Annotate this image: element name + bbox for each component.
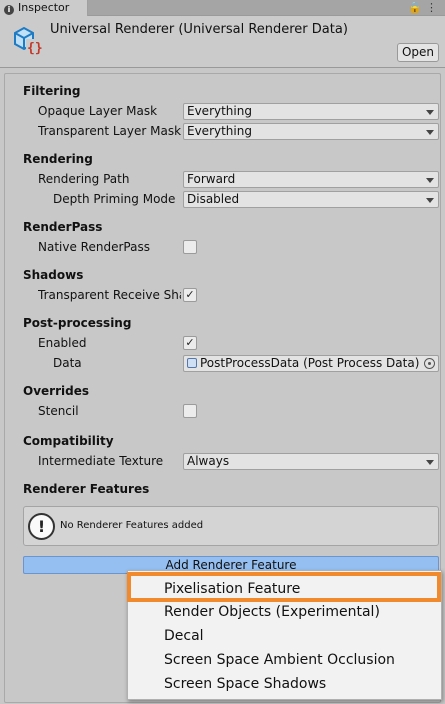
transparent-layer-mask-value: Everything — [187, 124, 252, 138]
help-box: ! No Renderer Features added — [23, 506, 439, 546]
depth-priming-mode-value: Disabled — [187, 192, 240, 206]
checkmark-icon: ✓ — [185, 336, 195, 349]
chevron-down-icon — [426, 198, 434, 203]
pp-data-object-field[interactable]: PostProcessData (Post Process Data) — [183, 355, 439, 372]
info-icon: i — [4, 5, 14, 15]
help-message: No Renderer Features added — [60, 520, 204, 531]
chevron-down-icon — [426, 130, 434, 135]
menu-item-ssao[interactable]: Screen Space Ambient Occlusion — [164, 652, 395, 668]
chevron-down-icon — [426, 110, 434, 115]
lock-icon[interactable]: 🔒 — [408, 1, 426, 14]
object-picker-icon[interactable] — [424, 358, 435, 369]
renderer-asset-icon: {} — [14, 26, 43, 56]
more-vert-icon[interactable]: ⋮ — [426, 1, 441, 14]
section-compatibility[interactable]: Compatibility — [23, 434, 114, 448]
inspector-titlebar: i Inspector 🔒⋮ — [0, 0, 445, 17]
opaque-layer-mask-label: Opaque Layer Mask — [38, 104, 158, 118]
pp-data-value: PostProcessData (Post Process Data) — [200, 356, 420, 370]
checkmark-icon: ✓ — [185, 288, 195, 301]
transparent-receive-shadows-checkbox[interactable]: ✓ — [183, 288, 197, 302]
stencil-label: Stencil — [38, 404, 79, 418]
inspector-header: {} Universal Renderer (Universal Rendere… — [0, 16, 445, 68]
scriptable-object-icon — [187, 358, 197, 368]
svg-text:{}: {} — [27, 41, 43, 56]
depth-priming-mode-label: Depth Priming Mode — [53, 192, 176, 206]
stencil-checkbox[interactable] — [183, 404, 197, 418]
rendering-path-label: Rendering Path — [38, 172, 130, 186]
inspector-tab-label: Inspector — [18, 1, 70, 14]
rendering-path-dropdown[interactable]: Forward — [183, 171, 439, 188]
rendering-path-value: Forward — [187, 172, 236, 186]
menu-item-decal[interactable]: Decal — [164, 628, 204, 644]
intermediate-texture-value: Always — [187, 454, 230, 468]
pp-data-label: Data — [53, 356, 82, 370]
section-post-processing[interactable]: Post-processing — [23, 316, 131, 330]
pp-enabled-checkbox[interactable]: ✓ — [183, 336, 197, 350]
highlight-annotation — [127, 572, 441, 602]
section-filtering[interactable]: Filtering — [23, 84, 80, 98]
chevron-down-icon — [426, 178, 434, 183]
native-renderpass-checkbox[interactable] — [183, 240, 197, 254]
intermediate-texture-dropdown[interactable]: Always — [183, 453, 439, 470]
asset-title: Universal Renderer (Universal Renderer D… — [50, 22, 348, 37]
opaque-layer-mask-dropdown[interactable]: Everything — [183, 103, 439, 120]
section-overrides[interactable]: Overrides — [23, 384, 89, 398]
depth-priming-mode-dropdown[interactable]: Disabled — [183, 191, 439, 208]
section-shadows[interactable]: Shadows — [23, 268, 83, 282]
section-rendering[interactable]: Rendering — [23, 152, 93, 166]
transparent-layer-mask-label: Transparent Layer Mask — [38, 124, 182, 138]
menu-item-screen-space-shadows[interactable]: Screen Space Shadows — [164, 676, 326, 692]
opaque-layer-mask-value: Everything — [187, 104, 252, 118]
warning-icon: ! — [28, 513, 55, 540]
native-renderpass-label: Native RenderPass — [38, 240, 150, 254]
transparent-layer-mask-dropdown[interactable]: Everything — [183, 123, 439, 140]
section-renderer-features: Renderer Features — [23, 482, 150, 496]
transparent-receive-shadows-label: Transparent Receive Shadows — [38, 288, 181, 302]
open-button[interactable]: Open — [397, 43, 439, 62]
menu-item-render-objects[interactable]: Render Objects (Experimental) — [164, 604, 380, 620]
chevron-down-icon — [426, 460, 434, 465]
inspector-tab[interactable]: i Inspector — [0, 0, 88, 17]
intermediate-texture-label: Intermediate Texture — [38, 454, 164, 468]
section-renderpass[interactable]: RenderPass — [23, 220, 102, 234]
pp-enabled-label: Enabled — [38, 336, 87, 350]
